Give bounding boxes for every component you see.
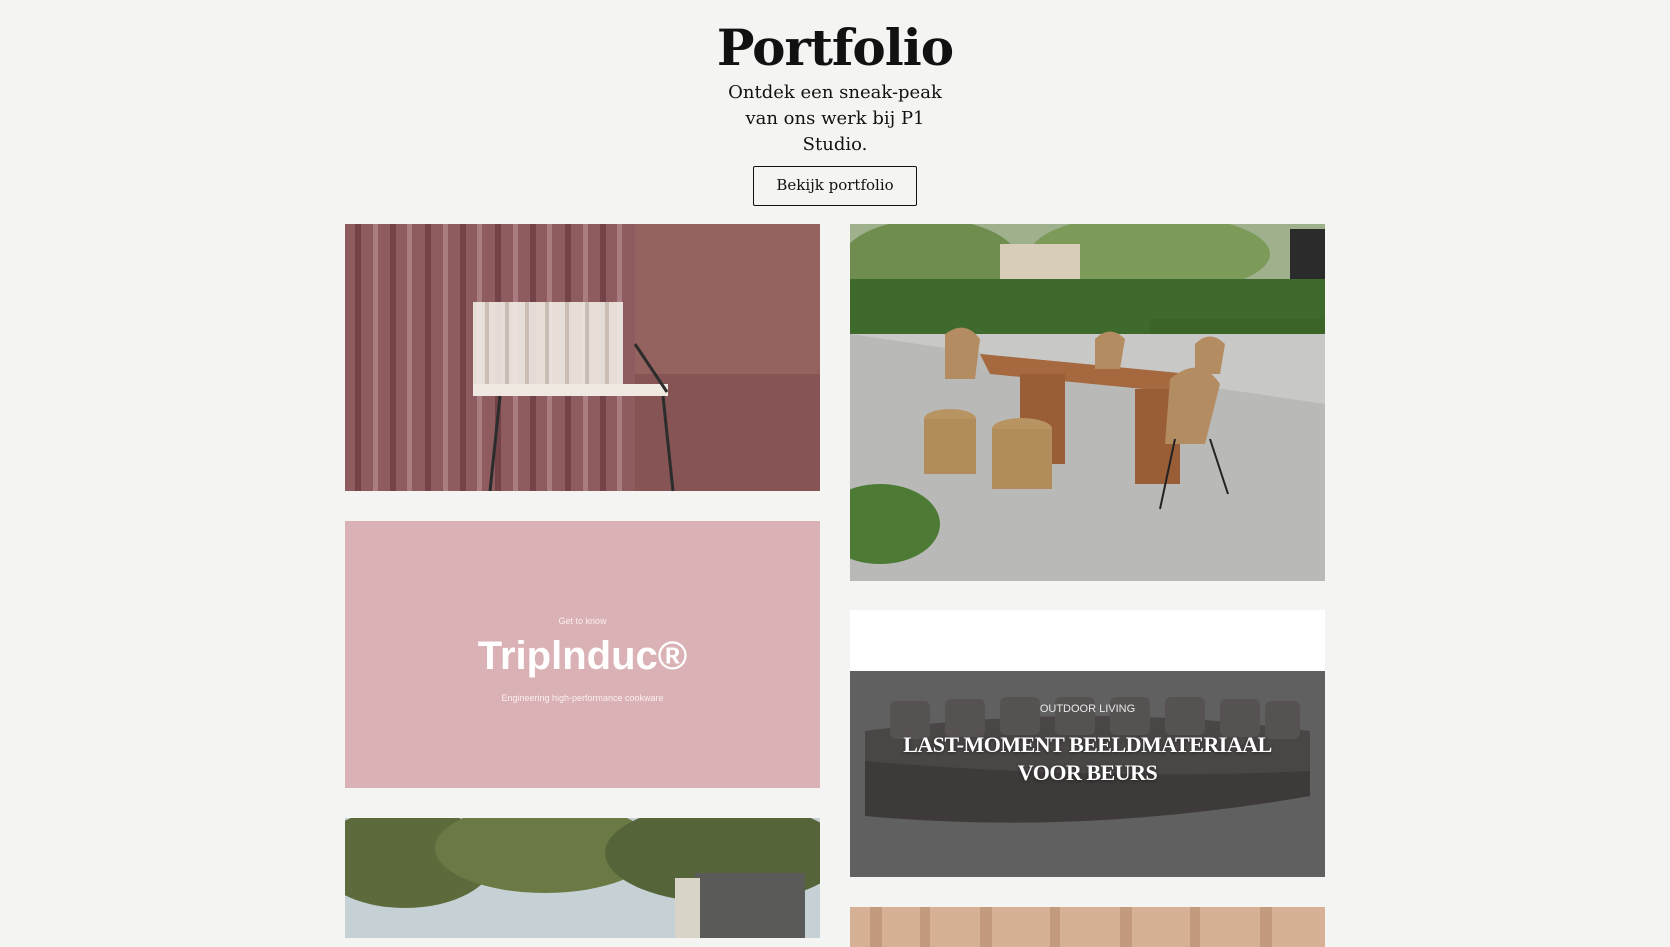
portfolio-card-tree-house[interactable]: [345, 818, 820, 938]
card-tagline: Engineering high-performance cookware: [501, 693, 664, 703]
card-category: OUTDOOR LIVING: [1039, 703, 1136, 715]
trees-and-building-photo: [345, 818, 820, 938]
view-portfolio-button[interactable]: Bekijk portfolio: [753, 166, 917, 206]
portfolio-card-curtain[interactable]: [850, 907, 1325, 947]
fluted-glass-chair-photo: [345, 224, 820, 491]
portfolio-card-chair[interactable]: [345, 224, 820, 491]
card-title: LAST-MOMENT BEELDMATERIAAL VOOR BEURS: [903, 732, 1272, 785]
portfolio-card-outdoor-living[interactable]: OUTDOOR LIVING LAST-MOMENT BEELDMATERIAA…: [850, 610, 1325, 877]
portfolio-card-triplinduc[interactable]: Get to know Triplnduc® Engineering high-…: [345, 521, 820, 788]
page-title: Portfolio: [716, 18, 954, 77]
card-image-overlay: OUTDOOR LIVING LAST-MOMENT BEELDMATERIAA…: [850, 671, 1325, 877]
page-subtitle: Ontdek een sneak-peak van ons werk bij P…: [728, 82, 942, 155]
outdoor-dining-set-photo: [850, 224, 1325, 581]
portfolio-card-dining[interactable]: [850, 224, 1325, 581]
card-brand-logo: Triplnduc®: [477, 634, 688, 678]
card-kicker: Get to know: [558, 616, 607, 626]
curtain-photo: [850, 907, 1325, 947]
